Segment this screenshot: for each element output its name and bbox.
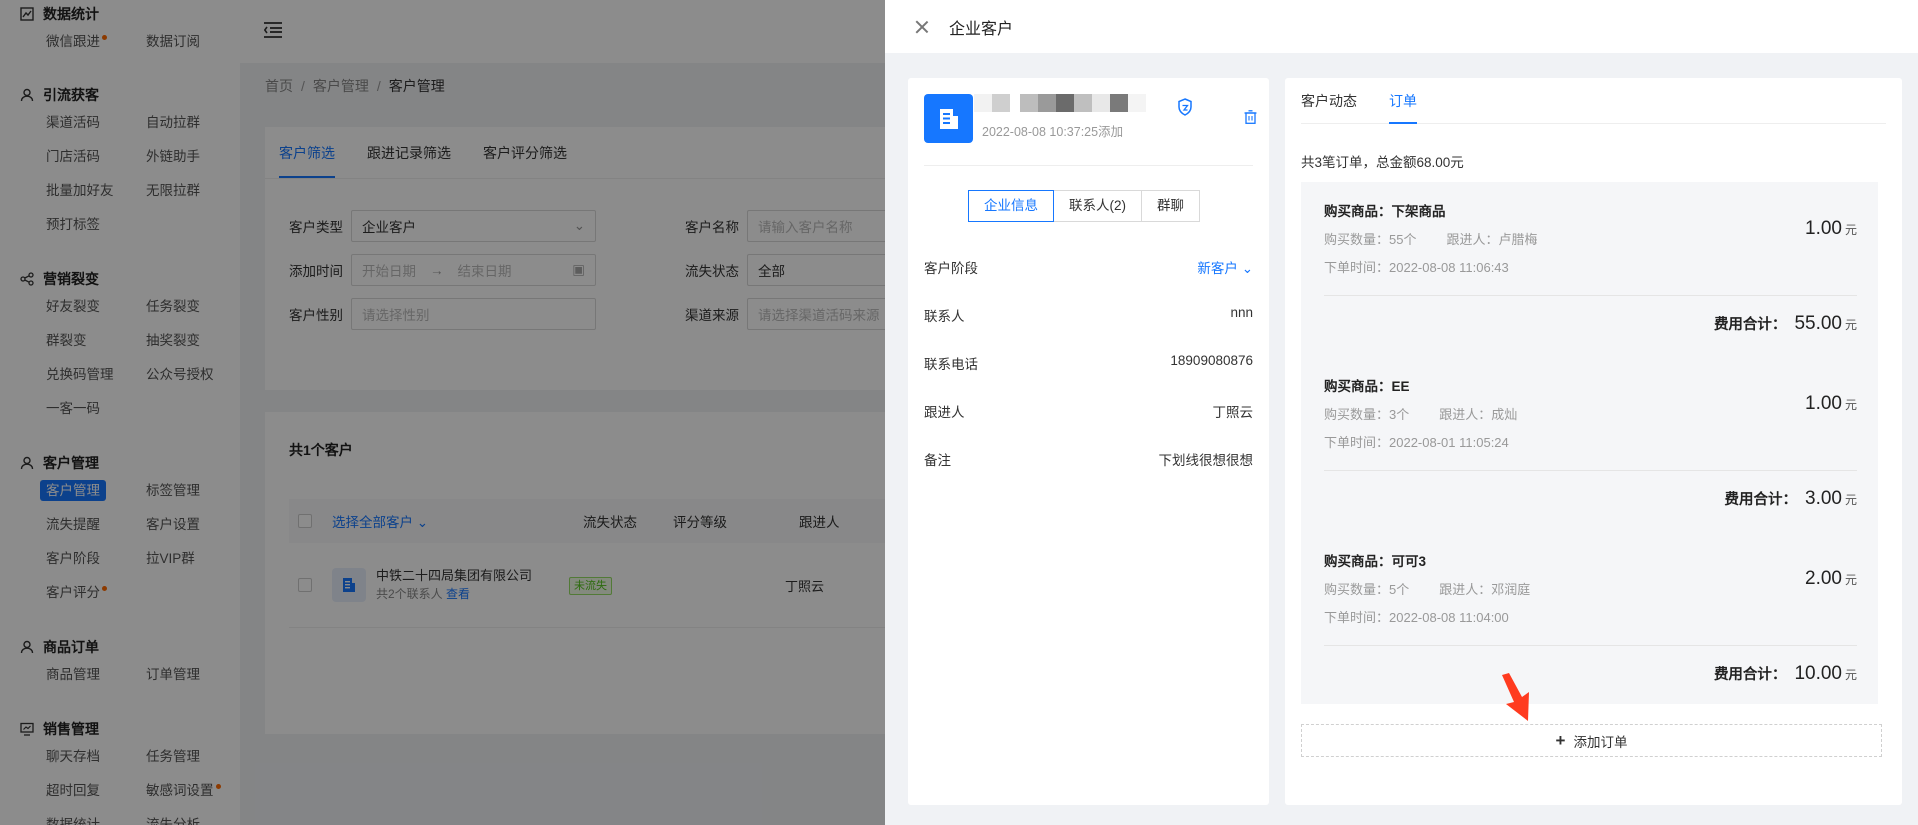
info-row-contact: 联系人 nnn <box>924 305 1253 325</box>
info-row-stage: 客户阶段 新客户 ⌄ <box>924 257 1253 277</box>
customer-name-mosaic <box>974 94 1146 112</box>
orders-card: 客户动态 订单 共3笔订单，总金额68.00元 购买商品：下架商品 购买数量：5… <box>1285 78 1902 805</box>
time-label: 下单时间： <box>1324 435 1390 450</box>
follower-label: 跟进人： <box>1439 582 1492 597</box>
qty-label: 购买数量： <box>1324 582 1390 597</box>
annotation-arrow-icon <box>1502 673 1529 721</box>
info-value: 新客户 <box>1197 261 1238 276</box>
order-total: 10.00 <box>1794 663 1842 684</box>
add-order-button[interactable]: + 添加订单 <box>1301 724 1882 757</box>
total-label: 费用合计： <box>1713 317 1787 333</box>
drawer-header: 企业客户 <box>885 0 1918 53</box>
order-time: 2022-08-08 11:06:43 <box>1389 260 1509 275</box>
plus-icon: + <box>1555 730 1566 750</box>
order-item: 购买商品：下架商品 购买数量：55个 跟进人：卢腊梅 下单时间：2022-08-0… <box>1324 200 1857 334</box>
currency-unit: 元 <box>1844 318 1857 332</box>
divider <box>1324 470 1857 471</box>
orders-summary: 共3笔订单，总金额68.00元 <box>1301 155 1464 170</box>
order-total: 3.00 <box>1805 488 1842 509</box>
info-segmented-control: 企业信息 联系人(2) 群聊 <box>968 190 1200 222</box>
currency-unit: 元 <box>1844 223 1857 237</box>
info-value: 18909080876 <box>1170 353 1253 368</box>
order-qty: 3个 <box>1389 407 1410 422</box>
add-time: 2022-08-08 10:37:25添加 <box>982 125 1124 139</box>
info-key: 客户阶段 <box>924 261 978 276</box>
stage-dropdown[interactable]: 新客户 ⌄ <box>1197 257 1253 277</box>
product-name: EE <box>1391 379 1410 394</box>
divider <box>924 165 1253 166</box>
tab-orders[interactable]: 订单 <box>1389 78 1417 124</box>
right-tabs: 客户动态 订单 <box>1301 78 1886 124</box>
order-follower: 成灿 <box>1491 407 1518 422</box>
time-label: 下单时间： <box>1324 610 1390 625</box>
qty-label: 购买数量： <box>1324 407 1390 422</box>
orders-list: 购买商品：下架商品 购买数量：55个 跟进人：卢腊梅 下单时间：2022-08-0… <box>1301 182 1878 704</box>
order-qty: 5个 <box>1389 582 1410 597</box>
close-icon[interactable] <box>915 20 929 34</box>
order-price: 1.00 <box>1805 218 1842 239</box>
info-key: 联系电话 <box>924 357 978 372</box>
segment-group-chat[interactable]: 群聊 <box>1141 190 1200 222</box>
total-label: 费用合计： <box>1713 667 1787 683</box>
info-value: 下划线很想很想 <box>1158 453 1254 468</box>
customer-drawer: 企业客户 2022-08-08 10:37:25添加 企业信息 联系人(2) 群… <box>885 0 1918 825</box>
drawer-title: 企业客户 <box>949 20 1014 38</box>
segment-company-info[interactable]: 企业信息 <box>968 190 1054 222</box>
order-time: 2022-08-08 11:04:00 <box>1389 610 1509 625</box>
info-value: nnn <box>1230 305 1253 320</box>
tab-customer-activity[interactable]: 客户动态 <box>1301 78 1357 123</box>
order-price: 2.00 <box>1805 568 1842 589</box>
chevron-down-icon: ⌄ <box>1241 261 1253 276</box>
order-total: 55.00 <box>1794 313 1842 334</box>
info-row-phone: 联系电话 18909080876 <box>924 353 1253 373</box>
currency-unit: 元 <box>1844 573 1857 587</box>
modal-overlay[interactable] <box>0 0 885 825</box>
order-time: 2022-08-01 11:05:24 <box>1389 435 1509 450</box>
delete-icon[interactable] <box>1244 110 1257 127</box>
time-label: 下单时间： <box>1324 260 1390 275</box>
follower-label: 跟进人： <box>1446 232 1499 247</box>
currency-unit: 元 <box>1844 668 1857 682</box>
add-order-label: 添加订单 <box>1573 734 1628 750</box>
info-value: 丁照云 <box>1212 405 1254 420</box>
product-label: 购买商品： <box>1324 554 1392 569</box>
divider <box>1324 645 1857 646</box>
qty-label: 购买数量： <box>1324 232 1390 247</box>
segment-contacts[interactable]: 联系人(2) <box>1053 190 1142 222</box>
product-name: 下架商品 <box>1391 204 1446 219</box>
info-row-follower: 跟进人 丁照云 <box>924 401 1253 421</box>
company-avatar <box>924 94 973 143</box>
order-follower: 卢腊梅 <box>1498 232 1538 247</box>
currency-unit: 元 <box>1844 398 1857 412</box>
customer-info-card: 2022-08-08 10:37:25添加 企业信息 联系人(2) 群聊 客户阶… <box>908 78 1269 805</box>
info-key: 联系人 <box>924 309 965 324</box>
info-key: 跟进人 <box>924 405 965 420</box>
info-row-remark: 备注 下划线很想很想 <box>924 449 1253 469</box>
follower-label: 跟进人： <box>1439 407 1492 422</box>
info-key: 备注 <box>924 453 951 468</box>
divider <box>1324 295 1857 296</box>
order-item: 购买商品：可可3 购买数量：5个 跟进人：邓润庭 下单时间：2022-08-08 … <box>1324 550 1857 684</box>
product-label: 购买商品： <box>1324 204 1392 219</box>
order-follower: 邓润庭 <box>1491 582 1531 597</box>
order-item: 购买商品：EE 购买数量：3个 跟进人：成灿 下单时间：2022-08-01 11… <box>1324 375 1857 509</box>
product-label: 购买商品： <box>1324 379 1392 394</box>
product-name: 可可3 <box>1391 554 1427 569</box>
order-price: 1.00 <box>1805 393 1842 414</box>
verified-shield-icon <box>1177 98 1193 119</box>
total-label: 费用合计： <box>1724 492 1798 508</box>
currency-unit: 元 <box>1844 493 1857 507</box>
order-qty: 55个 <box>1389 232 1417 247</box>
